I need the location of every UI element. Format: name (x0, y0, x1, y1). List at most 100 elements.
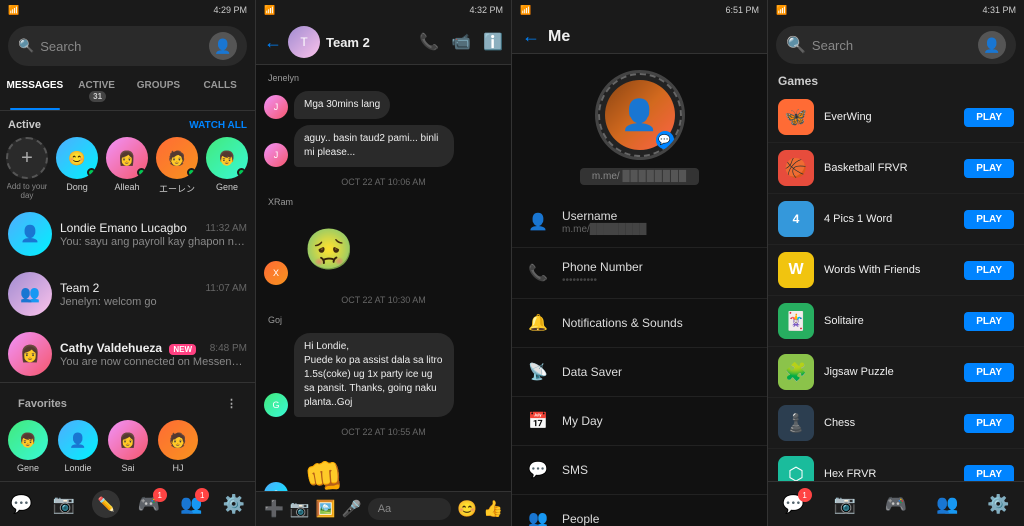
nav-camera-4[interactable]: 📷 (831, 490, 859, 518)
settings-label-notifications: Notifications & Sounds (562, 316, 753, 330)
wifi-icon-4: 📶 (776, 5, 787, 16)
add-icon[interactable]: ➕ (264, 499, 284, 519)
play-btn-hexfrvr[interactable]: PLAY (964, 465, 1014, 482)
chat-back-btn[interactable]: ← (264, 32, 282, 53)
messenger-badge: 💬 (656, 131, 674, 149)
chat-item-londie[interactable]: 👤 Londie Emano Lucagbo 11:32 AM You: say… (0, 204, 255, 264)
status-bar-4: 📶 4:31 PM (768, 0, 1024, 20)
nav-people-4[interactable]: 👥 (933, 490, 961, 518)
story-name-gene: Gene (216, 182, 238, 192)
nav-messages-4[interactable]: 💬 1 (780, 490, 808, 518)
settings-notifications[interactable]: 🔔 Notifications & Sounds (512, 299, 767, 348)
chat-preview-cathy: You are now connected on Messenger. (60, 356, 247, 368)
nav-camera-1[interactable]: 📷 (50, 490, 78, 518)
settings-label-sms: SMS (562, 463, 753, 477)
play-btn-4pics[interactable]: PLAY (964, 210, 1014, 229)
tab-calls[interactable]: CALLS (189, 72, 251, 110)
like-icon[interactable]: 👍 (483, 499, 503, 519)
settings-content-sms: SMS (562, 463, 753, 477)
info-icon[interactable]: ℹ️ (483, 32, 503, 52)
game-name-words: Words With Friends (824, 264, 954, 276)
play-btn-everwing[interactable]: PLAY (964, 108, 1014, 127)
fav-gene[interactable]: 👦 Gene (8, 420, 48, 473)
favorites-section: Favorites ⋮ 👦 Gene 👤 Londie 👩 Sai 🧑 HJ (0, 382, 255, 481)
fav-londie[interactable]: 👤 Londie (58, 420, 98, 473)
story-alleah[interactable]: 👩 Alleah (106, 137, 148, 200)
fav-hj[interactable]: 🧑 HJ (158, 420, 198, 473)
game-name-solitaire: Solitaire (824, 315, 954, 327)
games-search-bar[interactable]: 🔍 Search 👤 (776, 26, 1016, 64)
messages-nav-badge-4: 1 (798, 488, 812, 502)
user-avatar-4[interactable]: 👤 (978, 31, 1006, 59)
game-name-hexfrvr: Hex FRVR (824, 468, 954, 480)
settings-phone[interactable]: 📞 Phone Number •••••••••• (512, 248, 767, 299)
settings-sms[interactable]: 💬 SMS (512, 446, 767, 495)
nav-games-1[interactable]: 🎮 1 (135, 490, 163, 518)
chat-item-team2[interactable]: 👥 Team 2 11:07 AM Jenelyn: welcom go (0, 264, 255, 324)
nav-messages-1[interactable]: 💬 (7, 490, 35, 518)
tab-active[interactable]: ACTIVE 31 (66, 72, 128, 110)
phone-icon: 📞 (526, 261, 550, 285)
chat-header-name: Team 2 (326, 35, 413, 50)
game-basketball: 🏀 Basketball FRVR PLAY (768, 143, 1024, 194)
msg-row-fist: ? 👊 (264, 447, 503, 491)
mic-icon[interactable]: 🎤 (342, 499, 362, 519)
game-icon-4pics: 4 (778, 201, 814, 237)
settings-content-people: People (562, 512, 753, 526)
tab-groups[interactable]: GROUPS (128, 72, 190, 110)
play-btn-jigsaw[interactable]: PLAY (964, 363, 1014, 382)
play-btn-solitaire[interactable]: PLAY (964, 312, 1014, 331)
settings-content-username: Username m.me/████████ (562, 209, 753, 235)
games-section-header: Games (768, 70, 1024, 92)
search-bar-1[interactable]: 🔍 Search 👤 (8, 26, 247, 66)
message-input-box[interactable]: Aa (368, 498, 451, 520)
user-avatar-1[interactable]: 👤 (209, 32, 237, 60)
game-hexfrvr: ⬡ Hex FRVR PLAY (768, 449, 1024, 481)
chat-info-londie: Londie Emano Lucagbo 11:32 AM You: sayu … (60, 221, 247, 248)
fav-sai[interactable]: 👩 Sai (108, 420, 148, 473)
game-chess: ♟️ Chess PLAY (768, 398, 1024, 449)
nav-people-1[interactable]: 👥 1 (177, 490, 205, 518)
new-badge-cathy: NEW (169, 344, 196, 355)
game-icon-everwing: 🦋 (778, 99, 814, 135)
game-4pics: 4 4 Pics 1 Word PLAY (768, 194, 1024, 245)
status-bar-3: 📶 6:51 PM (512, 0, 767, 20)
time-4: 4:31 PM (982, 5, 1016, 15)
play-btn-words[interactable]: PLAY (964, 261, 1014, 280)
sender-jenelyn: Jenelyn (264, 73, 503, 83)
profile-qr-ring: 👤 💬 (595, 70, 685, 160)
story-avatar-eiren: 🧑 (156, 137, 198, 179)
timestamp-2: OCT 22 AT 10:30 AM (264, 295, 503, 305)
active-badge: 31 (89, 91, 106, 102)
camera-icon[interactable]: 📷 (290, 499, 310, 519)
add-story-btn[interactable]: + (6, 137, 48, 179)
story-dong[interactable]: 😊 Dong (56, 137, 98, 200)
settings-datasaver[interactable]: 📡 Data Saver (512, 348, 767, 397)
nav-games-4[interactable]: 🎮 (882, 490, 910, 518)
fav-avatar-gene: 👦 (8, 420, 48, 460)
chat-item-cathy[interactable]: 👩 Cathy Valdehueza NEW 8:48 PM You are n… (0, 324, 255, 382)
video-icon[interactable]: 📹 (451, 32, 471, 52)
play-btn-chess[interactable]: PLAY (964, 414, 1014, 433)
bubble-2: aguy.. basin taud2 pami... binli mi plea… (294, 125, 454, 167)
nav-settings-1[interactable]: ⚙️ (220, 490, 248, 518)
settings-myday[interactable]: 📅 My Day (512, 397, 767, 446)
nav-compose-1[interactable]: ✏️ (92, 490, 120, 518)
status-left-3: 📶 (520, 5, 531, 16)
play-btn-basketball[interactable]: PLAY (964, 159, 1014, 178)
tab-messages[interactable]: MESSAGES (4, 72, 66, 110)
image-icon[interactable]: 🖼️ (316, 499, 336, 519)
story-eiren[interactable]: 🧑 エーレン (156, 137, 198, 200)
msg-avatar-jenelyn: J (264, 95, 288, 119)
emoji-icon[interactable]: 😊 (457, 499, 477, 519)
nav-settings-4[interactable]: ⚙️ (984, 490, 1012, 518)
story-add[interactable]: + Add to yourday (6, 137, 48, 200)
story-gene[interactable]: 👦 Gene (206, 137, 248, 200)
profile-header: ← Me (512, 20, 767, 54)
watch-all-btn[interactable]: WATCH ALL (189, 120, 247, 131)
call-icon[interactable]: 📞 (419, 32, 439, 52)
settings-people[interactable]: 👥 People (512, 495, 767, 526)
profile-back-btn[interactable]: ← (522, 26, 540, 47)
settings-username[interactable]: 👤 Username m.me/████████ (512, 197, 767, 248)
chat-list: 👤 Londie Emano Lucagbo 11:32 AM You: say… (0, 204, 255, 382)
